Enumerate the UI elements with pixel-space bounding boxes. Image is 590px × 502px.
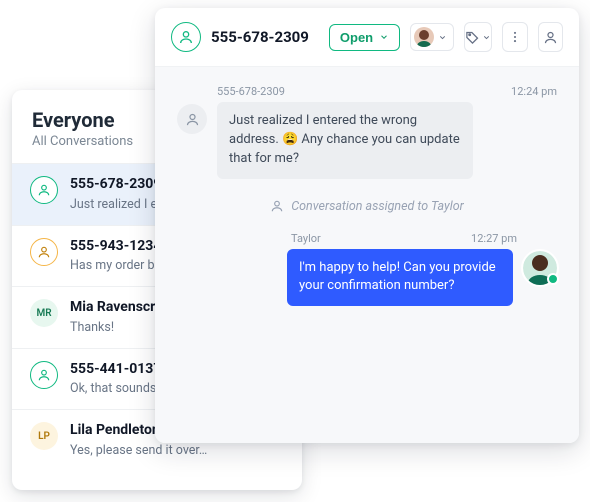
incoming-message-meta: 555-678-2309 12:24 pm (177, 85, 557, 98)
status-label: Open (340, 30, 373, 45)
chevron-down-icon (438, 33, 447, 42)
more-actions-button[interactable] (502, 22, 527, 52)
assignee-avatar (414, 27, 434, 47)
incoming-time: 12:24 pm (511, 85, 557, 98)
outgoing-message-bubble[interactable]: I'm happy to help! Can you provide your … (287, 249, 513, 307)
outgoing-time: 12:27 pm (471, 232, 517, 245)
person-icon (270, 199, 284, 213)
assignee-dropdown-button[interactable] (410, 23, 454, 51)
avatar-initials: LP (30, 422, 58, 450)
agent-avatar-wrap (523, 249, 557, 283)
chat-panel: 555-678-2309 Open 555-678-2309 12:24 pm (155, 8, 579, 443)
chat-header: 555-678-2309 Open (155, 8, 579, 67)
person-icon (30, 176, 58, 204)
chat-contact-name: 555-678-2309 (211, 28, 309, 46)
assignment-text: Conversation assigned to Taylor (291, 199, 464, 214)
chat-body: 555-678-2309 12:24 pm Just realized I en… (155, 67, 579, 443)
incoming-message-row: Just realized I entered the wrong addres… (177, 102, 557, 179)
more-vertical-icon (508, 30, 522, 44)
person-icon (30, 238, 58, 266)
assignment-notice: Conversation assigned to Taylor (177, 199, 557, 214)
incoming-sender: 555-678-2309 (217, 85, 285, 98)
conversation-item-preview: Yes, please send it over… (70, 443, 284, 458)
chevron-down-icon (482, 33, 491, 42)
person-icon (177, 104, 207, 134)
online-status-badge (547, 273, 559, 285)
incoming-message-bubble[interactable]: Just realized I entered the wrong addres… (217, 102, 473, 179)
outgoing-sender: Taylor (291, 232, 321, 245)
outgoing-message-meta: Taylor 12:27 pm (291, 232, 517, 245)
person-icon (30, 361, 58, 389)
avatar-initials: MR (30, 299, 58, 327)
tag-icon (465, 30, 480, 45)
contact-details-button[interactable] (538, 22, 563, 52)
person-icon (171, 22, 201, 52)
person-icon (543, 30, 558, 45)
outgoing-message-row: I'm happy to help! Can you provide your … (177, 249, 557, 307)
status-dropdown-button[interactable]: Open (329, 24, 400, 51)
tag-button[interactable] (464, 22, 492, 52)
chevron-down-icon (379, 32, 389, 42)
